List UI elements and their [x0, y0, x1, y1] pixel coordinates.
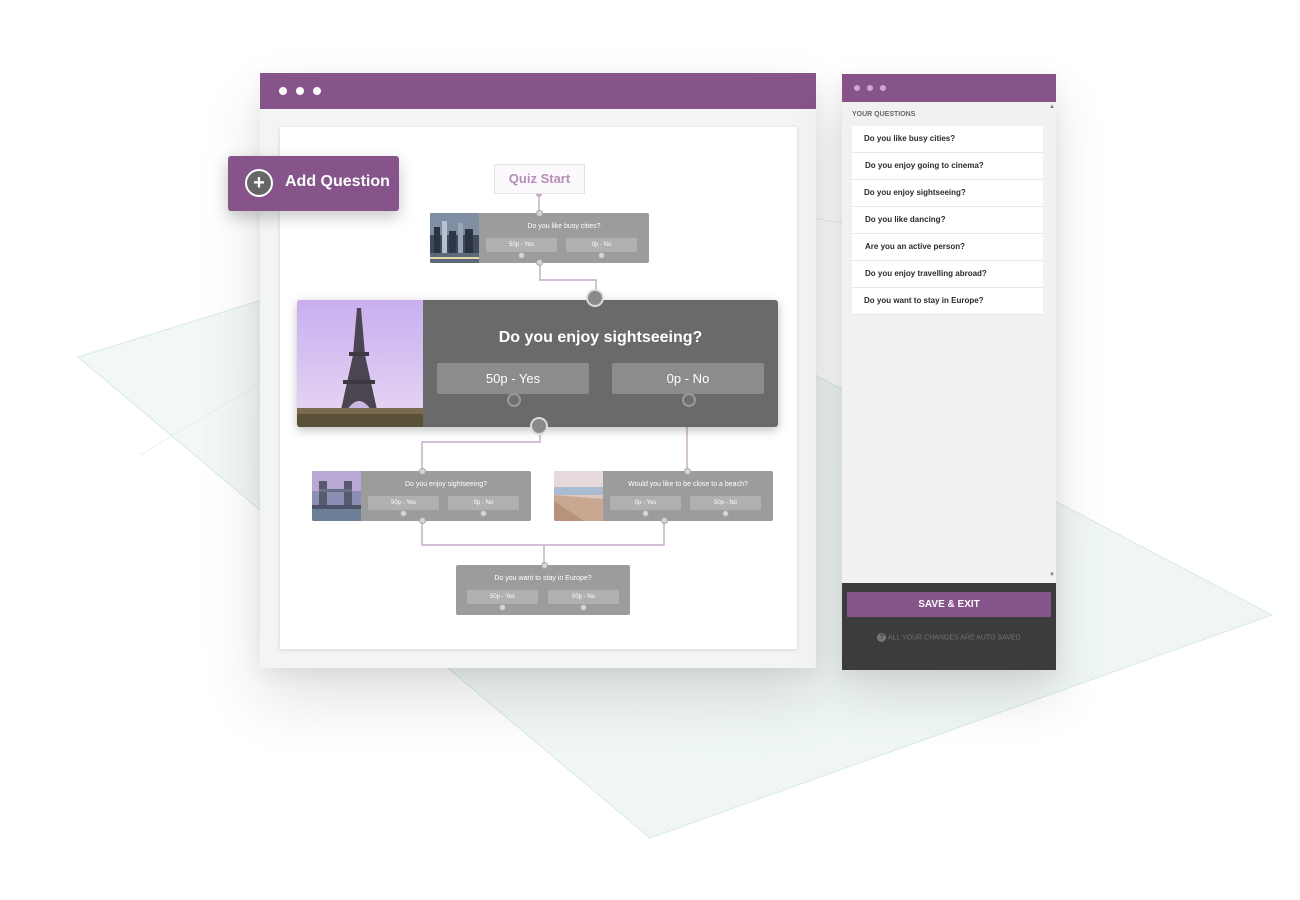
- city-skyline-image: [430, 213, 479, 263]
- window-dot: [279, 87, 287, 95]
- question-list-item[interactable]: Do you enjoy going to cinema?: [852, 153, 1043, 180]
- question-card-busy-cities[interactable]: Do you like busy cities? 50p - Yes 0p - …: [430, 213, 649, 263]
- scroll-up-arrow-icon[interactable]: ▲: [1049, 104, 1055, 110]
- connector-point[interactable]: [518, 252, 525, 259]
- panel-footer: SAVE & EXIT ? ALL YOUR CHANGES ARE AUTO …: [842, 583, 1056, 670]
- connector-point[interactable]: [480, 510, 487, 517]
- window-dot: [296, 87, 304, 95]
- connector-point[interactable]: [419, 517, 426, 524]
- question-title: Do you enjoy sightseeing?: [404, 481, 488, 488]
- question-card-sightseeing-featured[interactable]: Do you enjoy sightseeing? 50p - Yes 0p -…: [297, 300, 778, 427]
- question-list-item[interactable]: Do you want to stay in Europe?: [852, 288, 1043, 315]
- connector-point[interactable]: [642, 510, 649, 517]
- questions-panel: ▲ YOUR QUESTIONS Do you like busy cities…: [842, 74, 1056, 670]
- answer-no[interactable]: 50p - No: [690, 496, 761, 510]
- connector-point[interactable]: [586, 289, 604, 307]
- answer-no[interactable]: 50p - No: [548, 590, 619, 604]
- question-title: Do you like busy cities?: [527, 223, 601, 230]
- question-title: Do you want to stay in Europe?: [494, 575, 592, 582]
- scroll-down-arrow-icon[interactable]: ▼: [1049, 572, 1055, 578]
- tower-bridge-image: [312, 471, 361, 521]
- answer-yes[interactable]: 50p - Yes: [368, 496, 439, 510]
- questions-heading: YOUR QUESTIONS: [852, 111, 916, 118]
- eiffel-tower-image: [297, 300, 423, 427]
- add-question-label: Add Question: [285, 173, 390, 190]
- autosave-note: ? ALL YOUR CHANGES ARE AUTO SAVED: [842, 633, 1056, 642]
- save-exit-button[interactable]: SAVE & EXIT: [847, 592, 1051, 617]
- question-title: Do you enjoy sightseeing?: [498, 329, 703, 346]
- connector-point[interactable]: [661, 517, 668, 524]
- question-list-item[interactable]: Do you like busy cities?: [852, 126, 1043, 153]
- window-titlebar: [260, 73, 816, 109]
- answer-no[interactable]: 0p - No: [566, 238, 637, 252]
- connector-point[interactable]: [536, 210, 543, 217]
- connector-point[interactable]: [722, 510, 729, 517]
- question-title: Would you like to be close to a beach?: [628, 481, 748, 488]
- connector-point[interactable]: [598, 252, 605, 259]
- question-mark-icon[interactable]: ?: [877, 633, 887, 642]
- question-list-item[interactable]: Do you enjoy travelling abroad?: [852, 261, 1043, 288]
- window-dot: [880, 85, 886, 91]
- beach-image: [554, 471, 603, 521]
- answer-yes[interactable]: 50p - Yes: [467, 590, 538, 604]
- window-dot: [867, 85, 873, 91]
- answer-yes[interactable]: 0p - Yes: [610, 496, 681, 510]
- panel-titlebar: [842, 74, 1056, 102]
- question-list-item[interactable]: Do you like dancing?: [852, 207, 1043, 234]
- connector-point[interactable]: [419, 468, 426, 475]
- connector-knob[interactable]: [682, 393, 696, 407]
- connector-knob[interactable]: [507, 393, 521, 407]
- connector-point[interactable]: [684, 468, 691, 475]
- window-dot: [854, 85, 860, 91]
- quiz-start-node[interactable]: Quiz Start: [494, 164, 585, 194]
- window-dot: [313, 87, 321, 95]
- connector-point[interactable]: [530, 417, 548, 435]
- question-list-item[interactable]: Do you enjoy sightseeing?: [852, 180, 1043, 207]
- connector-point[interactable]: [499, 604, 506, 611]
- question-card-sightseeing[interactable]: Do you enjoy sightseeing? 50p - Yes 0p -…: [312, 471, 531, 521]
- answer-no[interactable]: 0p - No: [448, 496, 519, 510]
- connector-point[interactable]: [541, 562, 548, 569]
- questions-list: Do you like busy cities? Do you enjoy go…: [852, 126, 1043, 315]
- question-list-item[interactable]: Are you an active person?: [852, 234, 1043, 261]
- add-question-button[interactable]: + Add Question: [228, 156, 399, 211]
- question-card-europe[interactable]: Do you want to stay in Europe? 50p - Yes…: [456, 565, 630, 615]
- connector-point[interactable]: [580, 604, 587, 611]
- question-card-beach[interactable]: Would you like to be close to a beach? 0…: [554, 471, 773, 521]
- plus-circle-icon: +: [245, 169, 273, 197]
- connector-point[interactable]: [400, 510, 407, 517]
- answer-yes[interactable]: 50p - Yes: [486, 238, 557, 252]
- answer-yes[interactable]: 50p - Yes: [437, 363, 589, 394]
- answer-no[interactable]: 0p - No: [612, 363, 764, 394]
- connector-point[interactable]: [536, 259, 543, 266]
- autosave-text: ALL YOUR CHANGES ARE AUTO SAVED: [887, 634, 1021, 642]
